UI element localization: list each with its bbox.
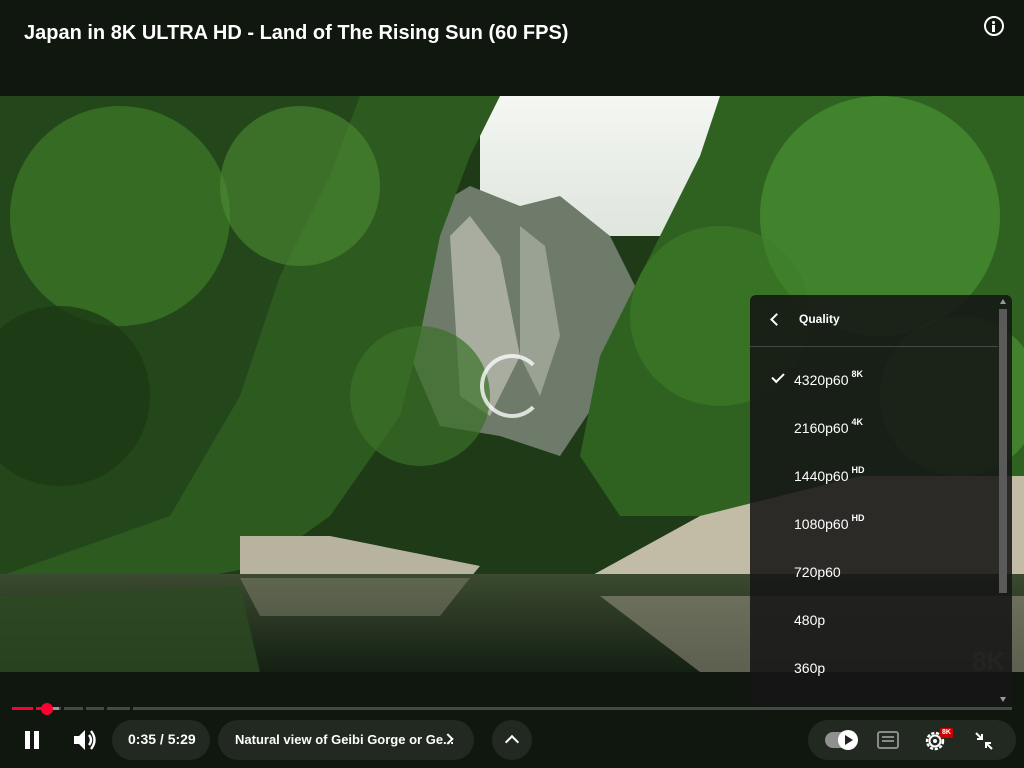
chevron-left-icon[interactable] (770, 313, 783, 326)
time-display: 0:35 / 5:29 (112, 720, 210, 760)
scrubber-handle[interactable] (41, 703, 53, 715)
quality-option-label: 1440p60 HD (794, 465, 865, 484)
quality-option-badge: 8K (851, 369, 864, 379)
volume-button[interactable] (66, 720, 106, 760)
quality-option-2160p60[interactable]: 2160p60 4K (750, 404, 996, 452)
scroll-down-arrow-icon[interactable] (1000, 697, 1006, 702)
quality-menu: Quality 4320p60 8K 2160p60 4K 1440p60 HD 10… (750, 295, 1012, 705)
chapter-marker (33, 706, 36, 711)
check-icon (771, 369, 785, 384)
volume-icon (74, 730, 96, 750)
quality-menu-scrollbar[interactable] (998, 299, 1008, 702)
chevron-up-icon (504, 734, 520, 750)
pause-icon (25, 731, 30, 749)
quality-menu-title: Quality (799, 312, 840, 326)
progress-track (12, 707, 1012, 710)
quality-option-480p[interactable]: 480p (750, 596, 996, 644)
quality-option-720p60[interactable]: 720p60 (750, 548, 996, 596)
chapter-marker (104, 706, 107, 711)
quality-option-label: 4320p60 8K (794, 369, 864, 388)
autoplay-toggle[interactable] (825, 730, 858, 750)
quality-option-label: 1080p60 HD (794, 513, 865, 532)
quality-option-360p[interactable]: 360p (750, 644, 996, 692)
chapter-marker (130, 706, 133, 711)
quality-option-4320p60[interactable]: 4320p60 8K (750, 356, 996, 404)
quality-option-label: 2160p60 4K (794, 417, 864, 436)
scrollbar-thumb[interactable] (999, 309, 1007, 593)
right-controls: 8K (808, 720, 1016, 760)
chapter-button[interactable]: Natural view of Geibi Gorge or Ge... (218, 720, 474, 760)
info-icon[interactable] (984, 16, 1004, 36)
loading-spinner-icon (480, 354, 544, 418)
time-text: 0:35 / 5:29 (128, 731, 196, 747)
expand-button[interactable] (492, 720, 532, 760)
quality-option-badge: HD (851, 513, 865, 523)
quality-badge: 8K (940, 728, 953, 738)
pause-button[interactable] (12, 720, 52, 760)
quality-option-label: 480p (794, 612, 826, 628)
top-bar: Japan in 8K ULTRA HD - Land of The Risin… (0, 0, 1024, 96)
quality-option-badge: 4K (851, 417, 864, 427)
pause-icon (34, 731, 39, 749)
captions-icon[interactable] (877, 731, 899, 749)
quality-option-1440p60[interactable]: 1440p60 HD (750, 452, 996, 500)
chapter-marker (83, 706, 86, 711)
quality-menu-header[interactable]: Quality (750, 295, 998, 347)
scroll-up-arrow-icon[interactable] (1000, 299, 1006, 304)
video-title: Japan in 8K ULTRA HD - Land of The Risin… (24, 22, 569, 44)
quality-option-label: 360p (794, 660, 826, 676)
quality-option-badge: HD (851, 465, 865, 475)
quality-option-label: 720p60 (794, 564, 841, 580)
chapter-title: Natural view of Geibi Gorge or Ge... (235, 732, 454, 747)
quality-option-1080p60[interactable]: 1080p60 HD (750, 500, 996, 548)
exit-fullscreen-icon[interactable] (974, 731, 994, 751)
progress-bar[interactable] (12, 703, 1012, 715)
autoplay-toggle-icon (838, 730, 858, 750)
chapter-marker (61, 706, 64, 711)
